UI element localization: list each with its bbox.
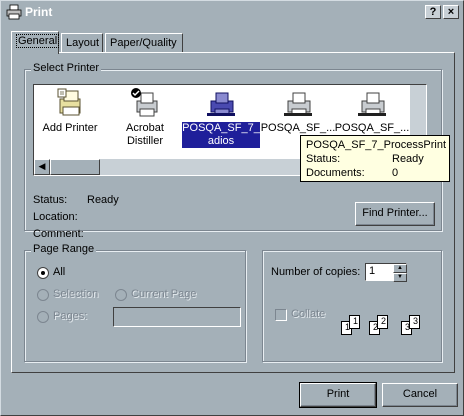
pages-input[interactable] <box>113 307 241 327</box>
tooltip-status-row: Status: Ready <box>306 152 444 166</box>
print-button[interactable]: Print <box>299 382 377 408</box>
location-label: Location: <box>33 211 78 223</box>
tab-general[interactable]: General <box>11 31 60 54</box>
collate-page: 2 <box>377 315 388 329</box>
tooltip-status-value: Ready <box>392 153 424 165</box>
close-button[interactable]: × <box>443 5 459 19</box>
tooltip-documents-value: 0 <box>392 167 399 179</box>
find-printer-button[interactable]: Find Printer... <box>355 202 435 226</box>
network-printer-icon <box>358 92 386 116</box>
tab-paper-quality[interactable]: Paper/Quality <box>105 33 183 53</box>
network-printer-icon <box>207 92 235 116</box>
radio-all[interactable] <box>37 267 49 279</box>
printer-item-acrobat-distiller[interactable]: Acrobat Distiller <box>107 87 183 157</box>
printer-label-line2: Distiller <box>126 135 164 147</box>
network-printer-icon <box>284 92 312 116</box>
page-range-group: Page Range All Selection Current Page Pa… <box>24 243 246 362</box>
printer-item-posqa-adios[interactable]: POSQA_SF_7_ adios <box>182 87 260 157</box>
scroll-thumb[interactable] <box>50 159 100 175</box>
tooltip-documents-label: Documents: <box>306 167 365 179</box>
spin-up-icon[interactable]: ▲ <box>393 264 407 273</box>
printer-label-line1: POSQA_SF_7_ <box>182 122 260 135</box>
comment-label: Comment: <box>33 228 84 240</box>
help-button[interactable]: ? <box>425 5 441 19</box>
radio-all-label: All <box>53 266 66 278</box>
radio-dot <box>41 271 45 275</box>
tab-general-label: General <box>16 34 60 48</box>
radio-selection-label: Selection <box>53 288 99 300</box>
printer-label: POSQA_SF_... <box>334 122 410 134</box>
collate-page: 3 <box>409 315 420 329</box>
printer-label-line1: Acrobat <box>126 122 164 134</box>
radio-current-page-label: Current Page <box>131 288 197 300</box>
default-printer-icon <box>131 88 158 117</box>
tooltip-status-label: Status: <box>306 153 341 165</box>
radio-current-page[interactable] <box>115 289 127 301</box>
tab-layout[interactable]: Layout <box>61 33 103 53</box>
add-printer-icon <box>57 88 81 116</box>
printer-tooltip: POSQA_SF_7_ProcessPrint Status: Ready Do… <box>300 135 450 182</box>
printer-item-add-printer[interactable]: Add Printer <box>34 87 108 157</box>
status-value: Ready <box>87 194 119 206</box>
radio-selection[interactable] <box>37 289 49 301</box>
copies-group: Number of copies: 1 ▲ ▼ Collate 1 1 2 2 … <box>262 250 442 362</box>
number-of-copies-label: Number of copies: <box>271 266 361 278</box>
status-label: Status: <box>33 194 68 206</box>
select-printer-label: Select Printer <box>31 62 102 74</box>
general-tab-panel: Select Printer Add Printer Acrobat Disti… <box>11 52 455 373</box>
tooltip-printer-name: POSQA_SF_7_ProcessPrint <box>306 139 447 151</box>
print-dialog: Print ? × General Layout Paper/Quality S… <box>0 0 464 416</box>
radio-pages-label: Pages: <box>53 310 88 322</box>
title-bar: Print ? × <box>3 3 461 21</box>
collate-label: Collate <box>291 308 326 320</box>
spin-down-icon[interactable]: ▼ <box>393 273 407 282</box>
printer-label: Add Printer <box>42 122 98 134</box>
tooltip-documents-row: Documents: 0 <box>306 166 444 180</box>
collate-checkbox[interactable] <box>275 309 287 321</box>
collate-page: 1 <box>349 315 360 329</box>
cancel-button[interactable]: Cancel <box>382 383 458 407</box>
printer-label-line2: adios <box>182 135 260 148</box>
radio-pages[interactable] <box>37 311 49 323</box>
scroll-left-arrow-icon[interactable]: ◀ <box>34 159 50 175</box>
printer-label: POSQA_SF_... <box>260 122 336 134</box>
printer-icon <box>6 4 22 20</box>
window-title: Print <box>25 5 53 19</box>
page-range-label: Page Range <box>31 243 97 255</box>
